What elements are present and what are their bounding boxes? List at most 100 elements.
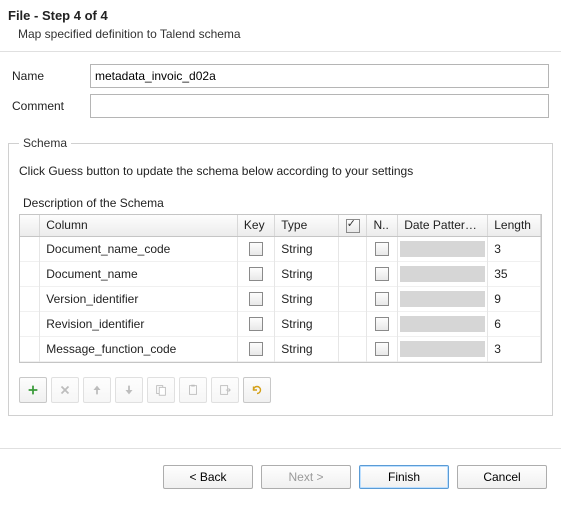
check-icon (346, 219, 360, 233)
copy-button[interactable] (147, 377, 175, 403)
export-button[interactable] (211, 377, 239, 403)
cell-type[interactable]: String (275, 286, 339, 311)
cell-date[interactable] (398, 336, 488, 361)
dialog-header: File - Step 4 of 4 Map specified definit… (0, 0, 561, 52)
paste-button[interactable] (179, 377, 207, 403)
cell-key[interactable] (237, 336, 274, 361)
form-area: Name Comment (0, 52, 561, 132)
checkbox-icon (375, 292, 389, 306)
paste-icon (186, 383, 200, 397)
cell-length[interactable]: 9 (488, 286, 541, 311)
cell-date[interactable] (398, 236, 488, 261)
col-header-date[interactable]: Date Pattern... (398, 215, 488, 236)
cell-key[interactable] (237, 286, 274, 311)
finish-button[interactable]: Finish (359, 465, 449, 489)
move-up-button[interactable] (83, 377, 111, 403)
table-row[interactable]: Message_function_code String 3 (20, 336, 541, 361)
cell-key[interactable] (237, 311, 274, 336)
cell-check[interactable] (338, 286, 367, 311)
schema-toolbar (19, 377, 542, 403)
checkbox-icon (249, 242, 263, 256)
cell-nullable[interactable] (367, 261, 398, 286)
name-label: Name (12, 69, 90, 83)
cell-check[interactable] (338, 261, 367, 286)
row-handle[interactable] (20, 261, 40, 286)
cell-check[interactable] (338, 336, 367, 361)
shaded-cell (400, 316, 485, 332)
cell-length[interactable]: 3 (488, 336, 541, 361)
back-button[interactable]: < Back (163, 465, 253, 489)
cell-date[interactable] (398, 286, 488, 311)
cancel-button[interactable]: Cancel (457, 465, 547, 489)
col-header-type[interactable]: Type (275, 215, 339, 236)
table-row[interactable]: Document_name_code String 3 (20, 236, 541, 261)
move-down-button[interactable] (115, 377, 143, 403)
shaded-cell (400, 241, 485, 257)
table-row[interactable]: Version_identifier String 9 (20, 286, 541, 311)
dialog-subtitle: Map specified definition to Talend schem… (18, 27, 549, 41)
row-handle[interactable] (20, 236, 40, 261)
cell-nullable[interactable] (367, 236, 398, 261)
schema-legend: Schema (19, 136, 71, 150)
guess-button[interactable] (243, 377, 271, 403)
col-header-check[interactable] (338, 215, 367, 236)
schema-desc-label: Description of the Schema (23, 196, 542, 210)
cell-type[interactable]: String (275, 311, 339, 336)
cell-nullable[interactable] (367, 286, 398, 311)
delete-row-button[interactable] (51, 377, 79, 403)
shaded-cell (400, 291, 485, 307)
checkbox-icon (375, 242, 389, 256)
comment-label: Comment (12, 99, 90, 113)
add-row-button[interactable] (19, 377, 47, 403)
cell-check[interactable] (338, 311, 367, 336)
schema-table: Column Key Type N.. Date Pattern... Leng… (19, 214, 542, 363)
dialog-footer: < Back Next > Finish Cancel (0, 448, 561, 505)
cell-column[interactable]: Revision_identifier (40, 311, 238, 336)
name-input[interactable] (90, 64, 549, 88)
cell-column[interactable]: Message_function_code (40, 336, 238, 361)
col-header-column[interactable]: Column (40, 215, 238, 236)
cell-column[interactable]: Version_identifier (40, 286, 238, 311)
table-row[interactable]: Document_name String 35 (20, 261, 541, 286)
cell-type[interactable]: String (275, 236, 339, 261)
checkbox-icon (249, 317, 263, 331)
cell-length[interactable]: 35 (488, 261, 541, 286)
refresh-icon (250, 383, 264, 397)
cell-key[interactable] (237, 236, 274, 261)
cell-key[interactable] (237, 261, 274, 286)
col-header-nullable[interactable]: N.. (367, 215, 398, 236)
checkbox-icon (375, 317, 389, 331)
cell-type[interactable]: String (275, 336, 339, 361)
cell-nullable[interactable] (367, 311, 398, 336)
x-icon (58, 383, 72, 397)
cell-check[interactable] (338, 236, 367, 261)
comment-input[interactable] (90, 94, 549, 118)
col-header-key[interactable]: Key (237, 215, 274, 236)
cell-length[interactable]: 6 (488, 311, 541, 336)
checkbox-icon (249, 292, 263, 306)
wizard-dialog: File - Step 4 of 4 Map specified definit… (0, 0, 561, 505)
export-icon (218, 383, 232, 397)
cell-type[interactable]: String (275, 261, 339, 286)
schema-group: Schema Click Guess button to update the … (8, 136, 553, 416)
checkbox-icon (249, 342, 263, 356)
dialog-title: File - Step 4 of 4 (8, 8, 549, 23)
cell-column[interactable]: Document_name (40, 261, 238, 286)
plus-icon (26, 383, 40, 397)
cell-length[interactable]: 3 (488, 236, 541, 261)
table-row[interactable]: Revision_identifier String 6 (20, 311, 541, 336)
arrow-down-icon (122, 383, 136, 397)
row-handle[interactable] (20, 311, 40, 336)
row-handle[interactable] (20, 336, 40, 361)
cell-date[interactable] (398, 311, 488, 336)
checkbox-icon (375, 342, 389, 356)
row-handle[interactable] (20, 286, 40, 311)
shaded-cell (400, 266, 485, 282)
cell-column[interactable]: Document_name_code (40, 236, 238, 261)
schema-hint: Click Guess button to update the schema … (19, 164, 542, 178)
cell-nullable[interactable] (367, 336, 398, 361)
col-header-handle[interactable] (20, 215, 40, 236)
next-button[interactable]: Next > (261, 465, 351, 489)
cell-date[interactable] (398, 261, 488, 286)
col-header-length[interactable]: Length (488, 215, 541, 236)
